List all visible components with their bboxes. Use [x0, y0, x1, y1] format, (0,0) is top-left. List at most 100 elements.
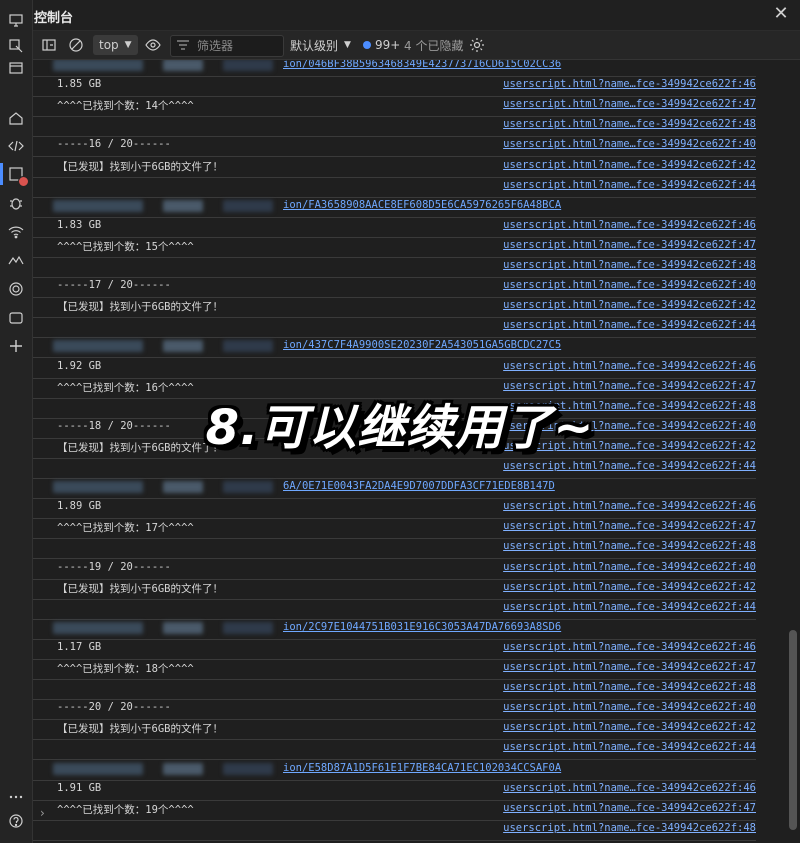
device-toolbar-icon[interactable] [6, 10, 26, 30]
source-link[interactable]: userscript.html?name…fce-349942ce622f:44 [503, 601, 756, 613]
console-message: ^^^^已找到个数：19个^^^^ [57, 804, 194, 816]
source-link[interactable]: userscript.html?name…fce-349942ce622f:40 [503, 279, 756, 291]
console-prompt-chevron-icon[interactable]: › [40, 806, 45, 820]
source-link[interactable]: userscript.html?name…fce-349942ce622f:44 [503, 179, 756, 191]
source-link[interactable]: userscript.html?name…fce-349942ce622f:42 [503, 581, 756, 593]
source-link[interactable]: userscript.html?name…fce-349942ce622f:44 [503, 319, 756, 331]
source-link[interactable]: userscript.html?name…fce-349942ce622f:46 [503, 782, 756, 794]
source-link[interactable]: userscript.html?name…fce-349942ce622f:48 [503, 400, 756, 412]
source-link[interactable]: userscript.html?name…fce-349942ce622f:48 [503, 259, 756, 271]
console-row: 6A/0E71E0043FA2DA4E9D7007DDFA3CF71EDE8B1… [33, 478, 756, 499]
help-question-icon[interactable] [6, 811, 26, 831]
console-message: -----20 / 20------ [57, 701, 171, 713]
source-link[interactable]: userscript.html?name…fce-349942ce622f:47 [503, 380, 756, 392]
console-row: userscript.html?name…fce-349942ce622f:48 [33, 679, 756, 700]
source-link[interactable]: userscript.html?name…fce-349942ce622f:42 [503, 159, 756, 171]
log-levels-label: 默认级别 [290, 38, 339, 53]
console-row: 【已发现】找到小于6GB的文件了！ userscript.html?name…fc… [33, 438, 756, 459]
elements-code-icon[interactable] [6, 136, 26, 156]
window-layout-icon[interactable] [6, 58, 26, 78]
application-panel-icon[interactable] [6, 308, 26, 328]
file-link[interactable]: ion/E58D87A1D5F61E1F7BE84CA71EC102034CCS… [283, 762, 561, 774]
console-message: -----18 / 20------ [57, 420, 171, 432]
source-link[interactable]: userscript.html?name…fce-349942ce622f:47 [503, 239, 756, 251]
network-wifi-icon[interactable] [6, 222, 26, 242]
file-link[interactable]: ion/2C97E1044751B031E916C3053A47DA76693A… [283, 621, 561, 633]
file-link[interactable]: ion/437C7F4A9900SE20230F2A543051GA5GBCDC… [283, 339, 561, 351]
console-scrollbar[interactable] [788, 60, 800, 843]
source-link[interactable]: userscript.html?name…fce-349942ce622f:42 [503, 440, 756, 452]
source-link[interactable]: userscript.html?name…fce-349942ce622f:48 [503, 118, 756, 130]
console-row: userscript.html?name…fce-349942ce622f:48 [33, 257, 756, 278]
add-tool-plus-icon[interactable] [6, 336, 26, 356]
home-icon[interactable] [6, 108, 26, 128]
file-link[interactable]: ion/FA3658908AACE8EF608D5E6CA5976265F6A4… [283, 199, 561, 211]
source-link[interactable]: userscript.html?name…fce-349942ce622f:47 [503, 802, 756, 814]
console-row: userscript.html?name…fce-349942ce622f:48 [33, 398, 756, 419]
console-message: 1.17 GB [57, 641, 102, 653]
source-link[interactable]: userscript.html?name…fce-349942ce622f:46 [503, 500, 756, 512]
source-link[interactable]: userscript.html?name…fce-349942ce622f:40 [503, 701, 756, 713]
issues-counter[interactable]: 99+ [363, 35, 400, 55]
console-row: -----18 / 20------ userscript.html?name…f… [33, 418, 756, 439]
title-bar: 控制台 ✕ [0, 0, 800, 31]
redacted-blur [53, 763, 143, 775]
source-link[interactable]: userscript.html?name…fce-349942ce622f:48 [503, 540, 756, 552]
console-row: ^^^^已找到个数：19个^^^^ userscript.html?name…fc… [33, 800, 756, 821]
context-label: top [99, 38, 119, 52]
source-link[interactable]: userscript.html?name…fce-349942ce622f:40 [503, 138, 756, 150]
console-row: 【已发现】找到小于6GB的文件了！ userscript.html?name…fc… [33, 719, 756, 740]
console-row: ion/2C97E1044751B031E916C3053A47DA76693A… [33, 619, 756, 640]
filter-box[interactable] [170, 35, 284, 57]
source-link[interactable]: userscript.html?name…fce-349942ce622f:46 [503, 360, 756, 372]
bug-debugger-icon[interactable] [6, 193, 26, 213]
source-link[interactable]: userscript.html?name…fce-349942ce622f:47 [503, 520, 756, 532]
active-tab-indicator [0, 163, 3, 185]
log-levels-dropdown[interactable]: 默认级别 ▼ [290, 35, 351, 55]
console-message: -----17 / 20------ [57, 279, 171, 291]
file-link[interactable]: ion/046BF38B5963468349E423773716CD615C02… [283, 60, 561, 70]
performance-icon[interactable] [6, 250, 26, 270]
source-link[interactable]: userscript.html?name…fce-349942ce622f:40 [503, 420, 756, 432]
hidden-messages-count: 4 个已隐藏 [404, 38, 464, 53]
console-message: ^^^^已找到个数：17个^^^^ [57, 522, 194, 534]
sidebar-toggle-icon[interactable] [41, 35, 57, 55]
source-link[interactable]: userscript.html?name…fce-349942ce622f:42 [503, 721, 756, 733]
clear-console-icon[interactable] [68, 35, 84, 55]
source-link[interactable]: userscript.html?name…fce-349942ce622f:48 [503, 681, 756, 693]
source-link[interactable]: userscript.html?name…fce-349942ce622f:46 [503, 78, 756, 90]
source-link[interactable]: userscript.html?name…fce-349942ce622f:47 [503, 98, 756, 110]
source-link[interactable]: userscript.html?name…fce-349942ce622f:46 [503, 641, 756, 653]
source-link[interactable]: userscript.html?name…fce-349942ce622f:47 [503, 661, 756, 673]
source-link[interactable]: userscript.html?name…fce-349942ce622f:44 [503, 460, 756, 472]
console-row: userscript.html?name…fce-349942ce622f:48 [33, 538, 756, 559]
console-settings-gear-icon[interactable] [469, 35, 485, 55]
file-link[interactable]: 6A/0E71E0043FA2DA4E9D7007DDFA3CF71EDE8B1… [283, 480, 555, 492]
console-row: userscript.html?name…fce-349942ce622f:44 [33, 458, 756, 479]
console-row: ion/046BF38B5963468349E423773716CD615C02… [33, 60, 756, 77]
source-link[interactable]: userscript.html?name…fce-349942ce622f:40 [503, 561, 756, 573]
issues-count: 99+ [375, 38, 401, 52]
console-row: 1.89 GB userscript.html?name…fce-349942ce… [33, 498, 756, 519]
console-row: ^^^^已找到个数：15个^^^^ userscript.html?name…fc… [33, 237, 756, 258]
console-row: userscript.html?name…fce-349942ce622f:44 [33, 317, 756, 338]
more-ellipsis-icon[interactable] [6, 787, 26, 807]
source-link[interactable]: userscript.html?name…fce-349942ce622f:42 [503, 299, 756, 311]
console-row: ^^^^已找到个数：14个^^^^ userscript.html?name…fc… [33, 96, 756, 117]
console-row: -----16 / 20------ userscript.html?name…f… [33, 136, 756, 157]
console-row: ^^^^已找到个数：17个^^^^ userscript.html?name…fc… [33, 518, 756, 539]
source-link[interactable]: userscript.html?name…fce-349942ce622f:48 [503, 822, 756, 834]
source-link[interactable]: userscript.html?name…fce-349942ce622f:44 [503, 741, 756, 753]
context-selector[interactable]: top ▼ [93, 35, 138, 55]
scrollbar-thumb[interactable] [789, 630, 797, 830]
console-row: userscript.html?name…fce-349942ce622f:48 [33, 820, 756, 841]
filter-input[interactable] [195, 38, 271, 54]
console-message: 【已发现】找到小于6GB的文件了！ [57, 442, 223, 454]
console-row: 1.83 GB userscript.html?name…fce-349942ce… [33, 217, 756, 238]
live-expression-eye-icon[interactable] [145, 35, 161, 55]
close-icon[interactable]: ✕ [770, 3, 792, 25]
source-link[interactable]: userscript.html?name…fce-349942ce622f:46 [503, 219, 756, 231]
redacted-blur [163, 200, 203, 212]
memory-gear-icon[interactable] [6, 279, 26, 299]
inspect-element-icon[interactable] [6, 36, 26, 56]
